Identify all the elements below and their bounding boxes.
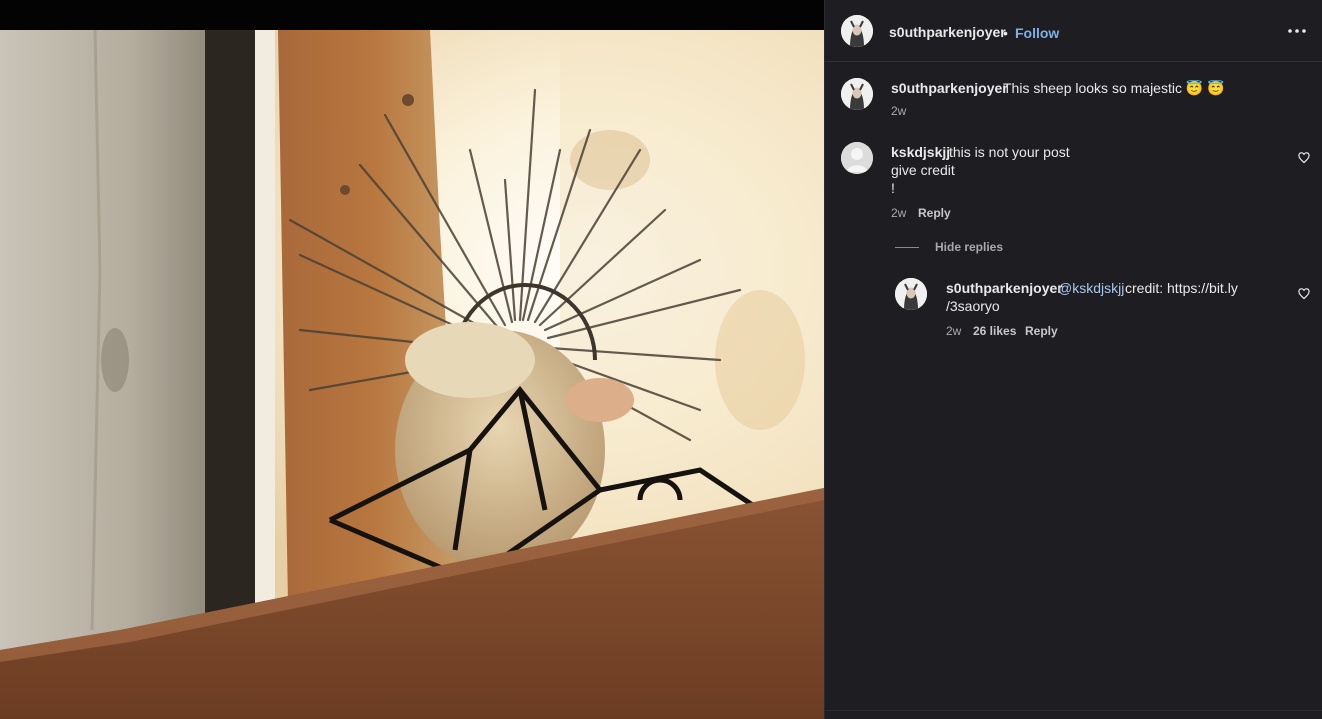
reply-text-line: credit: https://bit.ly [1125, 280, 1238, 296]
commenter-avatar[interactable] [841, 142, 873, 174]
caption-time: 2w [891, 104, 907, 118]
comment-text-line: give credit [891, 162, 955, 178]
post-media [0, 0, 824, 719]
reply-username[interactable]: s0uthparkenjoyer [946, 280, 1063, 296]
author-avatar[interactable] [841, 15, 873, 47]
comment-reply-button[interactable]: Reply [918, 206, 951, 220]
comment-time: 2w [891, 206, 907, 220]
author-username[interactable]: s0uthparkenjoyer [889, 24, 1006, 40]
reply-avatar[interactable] [895, 278, 927, 310]
post-photo [0, 30, 824, 719]
reply-reply-button[interactable]: Reply [1025, 324, 1058, 338]
media-top-strip [0, 0, 824, 30]
follow-button[interactable]: Follow [1015, 25, 1059, 41]
caption-avatar[interactable] [841, 78, 873, 110]
replies-divider [895, 247, 919, 248]
caption-text: This sheep looks so majestic 😇 😇 [1003, 80, 1225, 96]
comments-panel: s0uthparkenjoyer • Follow s0uthparkenjoy… [824, 0, 1322, 719]
hide-replies-button[interactable]: Hide replies [935, 240, 1003, 254]
comment-username[interactable]: kskdjskjj [891, 144, 950, 160]
reply-likes[interactable]: 26 likes [973, 324, 1016, 338]
panel-footer-divider [825, 710, 1322, 711]
more-options-icon[interactable] [1287, 24, 1307, 38]
reply-time: 2w [946, 324, 962, 338]
comment-text-line: this is not your post [949, 144, 1070, 160]
caption-username[interactable]: s0uthparkenjoyer [891, 80, 1008, 96]
header-separator: • [1003, 25, 1008, 41]
comment-text-line: ! [891, 180, 895, 196]
heart-icon[interactable] [1298, 151, 1310, 164]
post-header: s0uthparkenjoyer • Follow [825, 0, 1322, 62]
heart-icon[interactable] [1298, 287, 1310, 300]
reply-mention[interactable]: @kskdjskjj [1058, 280, 1124, 296]
reply-text-line: /3saoryo [946, 298, 1000, 314]
